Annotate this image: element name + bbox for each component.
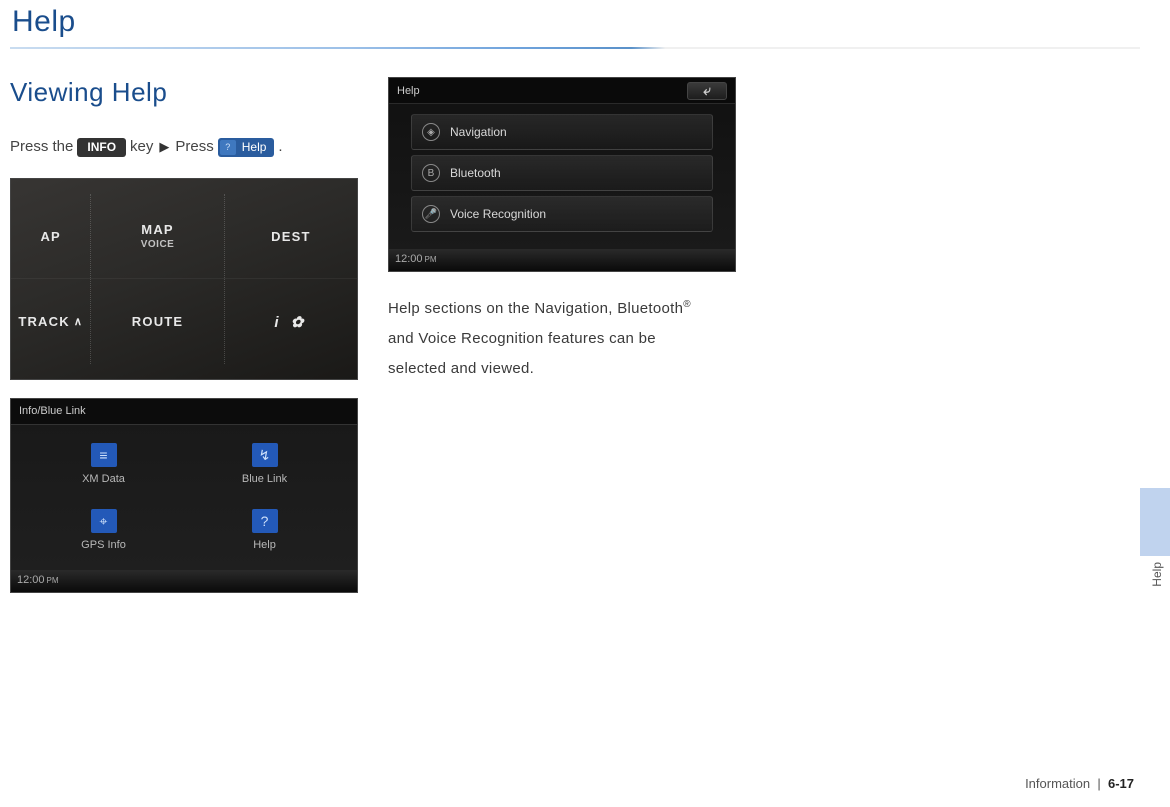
help-item-label: Voice Recognition [450,207,546,221]
tile-label: GPS Info [81,539,126,551]
arrow-icon: ▶ [159,136,169,158]
help-list-screenshot: Help ⤶ ◈ Navigation B Bluetooth 🎤 Voice … [388,77,736,272]
tile-label: XM Data [82,473,125,485]
tile-help: ? Help [184,509,345,551]
help-item-bluetooth: B Bluetooth [411,155,713,191]
help-screen-header: Help ⤶ [389,78,735,104]
hw-btn-map-voice: MAP VOICE [91,194,224,278]
hw-label: ROUTE [132,314,184,329]
info-screen-header: Info/Blue Link [11,399,357,425]
section-title: Viewing Help [10,77,360,108]
hardware-panel-screenshot: AP MAP VOICE DEST TRACK ∧ ROUTE i ✿ [10,178,358,380]
hw-btn-dest: DEST [225,194,357,278]
clock-ampm: PM [47,576,59,585]
voice-icon: 🎤 [422,205,440,223]
blue-link-icon: ↯ [252,443,278,467]
info-settings-icon: i ✿ [274,313,307,331]
xm-data-icon: ≡ [91,443,117,467]
footer-section: Information [1025,776,1090,791]
hw-label: AP [40,229,60,244]
body-text: Help sections on the Navigation, Bluetoo… [388,290,738,384]
tile-xm-data: ≡ XM Data [23,443,184,485]
side-tab-label: Help [1150,562,1164,587]
hw-row-bottom: TRACK ∧ ROUTE i ✿ [11,279,357,364]
help-tile-icon: ? [252,509,278,533]
gps-info-icon: ⌖ [91,509,117,533]
help-item-navigation: ◈ Navigation [411,114,713,150]
tile-label: Blue Link [242,473,287,485]
hw-btn-track: TRACK ∧ [11,279,91,364]
hw-label: TRACK ∧ [18,314,83,329]
back-icon: ⤶ [687,82,727,100]
info-key-badge: INFO [77,138,126,157]
info-screen-footer: 12:00PM [11,570,357,592]
hw-label: MAP [141,222,174,237]
hw-sublabel: VOICE [141,239,175,250]
instruction-mid1: key [130,136,153,158]
hw-label: DEST [271,229,310,244]
content-columns: Viewing Help Press the INFO key ▶ Press … [10,77,1140,611]
instruction-line: Press the INFO key ▶ Press ? Help . [10,136,360,158]
tile-grid: ≡ XM Data ↯ Blue Link ⌖ GPS Info ? Help [11,425,357,559]
body-line-1a: Help sections on the Navigation, Bluetoo… [388,300,683,317]
page-title: Help [10,5,1140,39]
tile-gps-info: ⌖ GPS Info [23,509,184,551]
right-column: Help ⤶ ◈ Navigation B Bluetooth 🎤 Voice … [388,77,738,611]
hw-btn-route: ROUTE [91,279,224,364]
hw-btn-info-settings: i ✿ [225,279,357,364]
body-line-3: selected and viewed. [388,360,534,377]
help-button-badge: ? Help [218,138,275,157]
help-item-label: Navigation [450,125,507,139]
hw-btn-ap: AP [11,194,91,278]
hw-row-top: AP MAP VOICE DEST [11,194,357,279]
footer-page: 6-17 [1108,776,1134,791]
clock-time: 12:00 [395,253,423,265]
help-badge-label: Help [242,136,267,158]
info-bluelink-screenshot: Info/Blue Link ≡ XM Data ↯ Blue Link ⌖ G… [10,398,358,593]
body-line-2: and Voice Recognition features can be [388,330,656,347]
clock-time: 12:00 [17,574,45,586]
title-underline [10,47,1140,49]
help-item-voice: 🎤 Voice Recognition [411,196,713,232]
help-header-title: Help [397,85,420,97]
clock-ampm: PM [425,255,437,264]
instruction-mid2: Press [175,136,213,158]
tile-blue-link: ↯ Blue Link [184,443,345,485]
page-footer: Information | 6-17 [1025,776,1134,791]
bluetooth-icon: B [422,164,440,182]
help-item-label: Bluetooth [450,166,501,180]
help-list: ◈ Navigation B Bluetooth 🎤 Voice Recogni… [389,104,735,247]
registered-symbol: ® [683,299,691,310]
left-column: Viewing Help Press the INFO key ▶ Press … [10,77,360,611]
tile-label: Help [253,539,276,551]
help-screen-footer: 12:00PM [389,249,735,271]
instruction-prefix: Press the [10,136,73,158]
footer-separator: | [1097,776,1100,791]
instruction-suffix: . [278,136,282,158]
side-tab-highlight [1140,488,1170,556]
help-mini-icon: ? [220,140,236,155]
navigation-icon: ◈ [422,123,440,141]
